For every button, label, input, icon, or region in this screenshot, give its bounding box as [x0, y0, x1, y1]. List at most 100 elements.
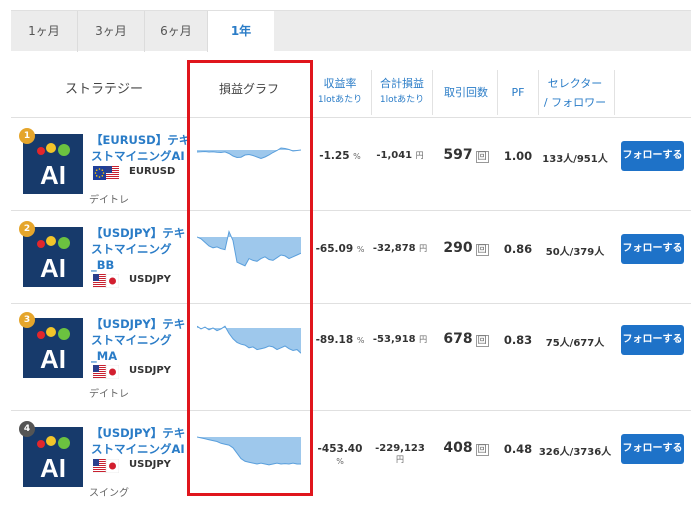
header-return-rate-label: 収益率 [323, 77, 357, 90]
trade-count-number: 597 [443, 147, 473, 163]
total-pl-value: -53,918 円 [371, 334, 429, 345]
trade-count-unit: 回 [475, 335, 489, 347]
table-header: ストラテジー 損益グラフ 収益率 1lotあたり 合計損益 1lotあたり 取引… [11, 51, 691, 117]
profit-factor-value: 0.86 [503, 242, 533, 256]
return-rate-value: -1.25 % [313, 150, 367, 162]
header-strategy: ストラテジー [64, 82, 143, 97]
rank-badge: 3 [19, 312, 35, 328]
strategy-name-link[interactable]: 【USDJPY】テキ ストマイニング _BB [91, 225, 201, 273]
header-divider [312, 70, 313, 115]
trade-style-label: スイング [89, 488, 129, 499]
return-rate-number: -65.09 [315, 243, 354, 255]
header-selector-line1: セレクター [547, 77, 603, 90]
colored-dots-icon [37, 236, 70, 249]
pl-graph [196, 229, 302, 269]
strategy-logo[interactable]: AI [23, 134, 83, 194]
currency-pair-label: USDJPY [129, 459, 171, 470]
trade-style-label: デイトレ [89, 389, 129, 400]
pl-graph [196, 429, 301, 469]
percent-unit: % [356, 245, 365, 254]
return-rate-value: -65.09 % [313, 243, 367, 255]
follow-button[interactable]: フォローする [621, 325, 684, 355]
header-divider [497, 70, 498, 115]
percent-unit: % [356, 336, 365, 345]
profit-factor-value: 0.48 [503, 442, 533, 456]
pl-graph [196, 320, 302, 360]
total-pl-number: -229,123 [375, 443, 425, 454]
total-pl-value: -32,878 円 [371, 243, 429, 254]
us-jp-flag-icon [92, 458, 120, 474]
logo-text: AI [40, 344, 66, 374]
logo-text: AI [40, 160, 66, 190]
tab-3-months[interactable]: 3ヶ月 [78, 11, 145, 52]
trade-count-value: 678 回 [436, 331, 496, 347]
strategy-name-line2: ストマイニングAI [91, 149, 185, 163]
yen-unit: 円 [419, 244, 428, 253]
selector-follower-count: 50人/379人 [545, 247, 605, 258]
follow-button[interactable]: フォローする [621, 434, 684, 464]
trade-count-value: 408 回 [436, 440, 496, 456]
strategy-logo[interactable]: AI [23, 427, 83, 487]
header-return-rate: 収益率 1lotあたり [313, 75, 367, 109]
logo-text: AI [40, 453, 66, 483]
trade-count-value: 597 回 [436, 147, 496, 163]
return-rate-value: -89.18 % [313, 334, 367, 346]
strategy-name-line1: 【USDJPY】テキ [91, 226, 186, 240]
period-tabs: 1ヶ月 3ヶ月 6ヶ月 1年 [11, 10, 691, 53]
strategy-row: AI 2 【USDJPY】テキ ストマイニング _BB USDJPY -65.0… [11, 210, 691, 303]
colored-dots-icon [37, 327, 70, 340]
yen-unit: 円 [415, 151, 424, 160]
trade-count-unit: 回 [475, 444, 489, 456]
strategy-name-link[interactable]: 【USDJPY】テキ ストマイニングAI [91, 425, 201, 457]
tab-1-month[interactable]: 1ヶ月 [11, 11, 78, 52]
strategy-name-line1: 【USDJPY】テキ [91, 317, 186, 331]
pl-graph-chart [196, 436, 301, 466]
trade-count-number: 290 [443, 240, 473, 256]
strategy-name-line2: ストマイニングAI [91, 442, 185, 456]
trade-count-value: 290 回 [436, 240, 496, 256]
header-divider [614, 70, 615, 115]
trade-count-number: 408 [443, 440, 473, 456]
tab-6-months[interactable]: 6ヶ月 [145, 11, 208, 52]
yen-unit: 円 [419, 335, 428, 344]
percent-unit: % [336, 457, 344, 466]
header-pf: PF [511, 86, 525, 99]
selector-follower-count: 326人/3736人 [538, 447, 612, 458]
follow-button[interactable]: フォローする [621, 234, 684, 264]
follow-button[interactable]: フォローする [621, 141, 684, 171]
strategy-name-link[interactable]: 【EURUSD】テキ ストマイニングAI [91, 132, 201, 164]
percent-unit: % [353, 152, 361, 161]
header-selector-line2: / フォロワー [543, 96, 607, 109]
selector-follower-count: 133人/951人 [542, 154, 608, 165]
header-divider [432, 70, 433, 115]
header-return-rate-sub: 1lotあたり [317, 95, 363, 105]
selector-follower-count: 75人/677人 [545, 338, 605, 349]
strategy-row: AI 4 【USDJPY】テキ ストマイニングAI USDJPY スイング -4… [11, 410, 691, 500]
header-total-pl-label: 合計損益 [380, 77, 424, 90]
strategy-name-line1: 【EURUSD】テキ [91, 133, 191, 147]
header-pl-graph: 損益グラフ [218, 82, 279, 96]
profit-factor-value: 0.83 [503, 333, 533, 347]
header-total-pl: 合計損益 1lotあたり [373, 75, 431, 109]
pl-graph-chart [196, 325, 302, 354]
pl-graph-area [197, 437, 301, 465]
logo-text: AI [40, 253, 66, 283]
strategy-logo[interactable]: AI [23, 318, 83, 378]
pl-graph-area [197, 148, 301, 159]
rank-badge: 2 [19, 221, 35, 237]
colored-dots-icon [37, 143, 70, 156]
strategy-name-link[interactable]: 【USDJPY】テキ ストマイニング _MA [91, 316, 201, 364]
strategy-name-line2: ストマイニング [91, 333, 172, 347]
header-selector-followers: セレクター / フォロワー [538, 75, 612, 111]
tab-1-year[interactable]: 1年 [208, 11, 274, 53]
header-divider [538, 70, 539, 115]
rank-badge: 1 [19, 128, 35, 144]
rank-badge: 4 [19, 421, 35, 437]
eu-us-flag-icon [93, 166, 119, 180]
strategy-logo[interactable]: AI [23, 227, 83, 287]
us-jp-flag-icon [92, 273, 120, 289]
currency-pair-label: USDJPY [129, 274, 171, 285]
strategy-name-line2: ストマイニング [91, 242, 172, 256]
header-divider [371, 70, 372, 115]
yen-unit: 円 [396, 455, 404, 464]
